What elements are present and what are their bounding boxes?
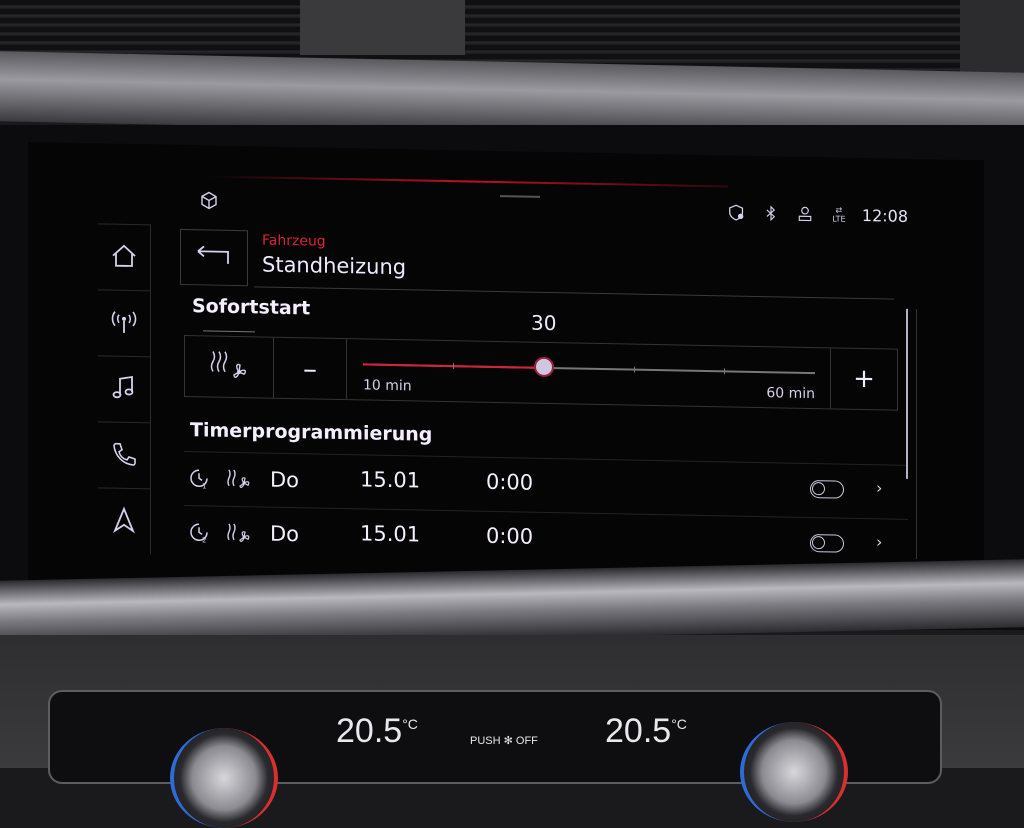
timer-time: 0:00 bbox=[486, 469, 534, 495]
svg-text:1: 1 bbox=[202, 482, 206, 489]
slider-tick bbox=[453, 363, 454, 370]
user-icon bbox=[794, 203, 816, 225]
chevron-right-icon[interactable]: › bbox=[876, 478, 882, 497]
side-navigation bbox=[98, 223, 151, 556]
nav-phone[interactable] bbox=[98, 421, 150, 490]
timer-date: 15.01 bbox=[360, 521, 421, 547]
timer-toggle[interactable] bbox=[810, 534, 844, 553]
fan-off-button[interactable]: PUSH ✻ OFF bbox=[470, 734, 538, 747]
slider-thumb[interactable] bbox=[534, 356, 554, 378]
header-divider bbox=[254, 286, 894, 300]
radio-antenna-icon bbox=[109, 307, 139, 342]
temp-unit: °C bbox=[402, 716, 418, 732]
breadcrumb: Fahrzeug bbox=[262, 232, 326, 250]
temperature-knob-left[interactable] bbox=[170, 728, 278, 828]
cube-3d-icon[interactable] bbox=[198, 189, 220, 211]
vent-divider-right bbox=[960, 0, 1024, 80]
fan-icon: ✻ bbox=[503, 735, 513, 747]
vent-divider bbox=[300, 0, 465, 55]
lte-data-icon: ⇄ LTE bbox=[832, 205, 846, 224]
timer-toggle[interactable] bbox=[810, 480, 844, 499]
nav-navigation[interactable] bbox=[98, 487, 150, 556]
temp-unit: °C bbox=[671, 716, 687, 732]
nav-media[interactable] bbox=[98, 355, 150, 424]
left-temp-value: 20.5 bbox=[336, 712, 403, 750]
phone-icon bbox=[109, 439, 139, 474]
chevron-right-icon[interactable]: › bbox=[876, 532, 882, 551]
svg-text:2: 2 bbox=[202, 536, 206, 543]
home-icon bbox=[109, 241, 139, 276]
right-temp-value: 20.5 bbox=[605, 712, 672, 750]
slider-tick bbox=[724, 368, 725, 375]
slider-track[interactable] bbox=[363, 356, 815, 378]
nav-home[interactable] bbox=[98, 223, 150, 292]
back-arrow-icon bbox=[194, 243, 234, 272]
off-label: OFF bbox=[515, 735, 538, 747]
timer-day: Do bbox=[270, 521, 300, 547]
left-temperature: 20.5°C bbox=[336, 712, 418, 751]
seat-heat-fan-icon bbox=[226, 521, 252, 545]
timer-day: Do bbox=[270, 467, 300, 493]
clock: 12:08 bbox=[861, 205, 908, 226]
increase-button[interactable]: + bbox=[830, 348, 897, 410]
bluetooth-icon bbox=[760, 202, 782, 224]
timer-clock-icon: 1 bbox=[188, 467, 210, 490]
slider-min-label: 10 min bbox=[363, 377, 412, 395]
slider-tick bbox=[634, 366, 635, 373]
timer-time: 0:00 bbox=[486, 523, 534, 549]
nav-radio[interactable] bbox=[98, 289, 150, 358]
sofortstart-title: Sofortstart bbox=[192, 295, 311, 320]
red-accent-glow bbox=[208, 175, 728, 188]
seat-heat-fan-icon bbox=[207, 347, 251, 386]
slider-max-label: 60 min bbox=[766, 385, 815, 403]
scrollbar-track[interactable] bbox=[916, 309, 917, 560]
push-label: PUSH bbox=[470, 735, 501, 747]
timer-date: 15.01 bbox=[360, 467, 421, 493]
right-temperature: 20.5°C bbox=[605, 712, 687, 751]
location-shield-icon bbox=[726, 201, 748, 223]
navigation-arrow-icon bbox=[109, 505, 139, 540]
heating-mode-button[interactable] bbox=[185, 336, 274, 398]
status-bar: ⇄ LTE 12:08 bbox=[188, 189, 908, 229]
scrollbar-thumb[interactable] bbox=[906, 308, 908, 479]
decrease-button[interactable]: – bbox=[274, 337, 347, 400]
temperature-knob-right[interactable] bbox=[740, 722, 848, 822]
music-note-icon bbox=[109, 373, 139, 408]
timer-clock-icon: 2 bbox=[188, 521, 210, 544]
page-title: Standheizung bbox=[262, 252, 407, 280]
sofortstart-row: – 30 10 min 60 min + bbox=[184, 311, 898, 411]
timer-title: Timerprogrammierung bbox=[190, 419, 433, 446]
slider-value: 30 bbox=[531, 310, 557, 336]
infotainment-screen: ⇄ LTE 12:08 Fahrzeug Standheizung Sofort… bbox=[28, 142, 984, 601]
back-button[interactable] bbox=[180, 228, 248, 287]
duration-slider[interactable]: 30 10 min 60 min bbox=[347, 311, 827, 408]
seat-heat-fan-icon bbox=[226, 467, 252, 491]
